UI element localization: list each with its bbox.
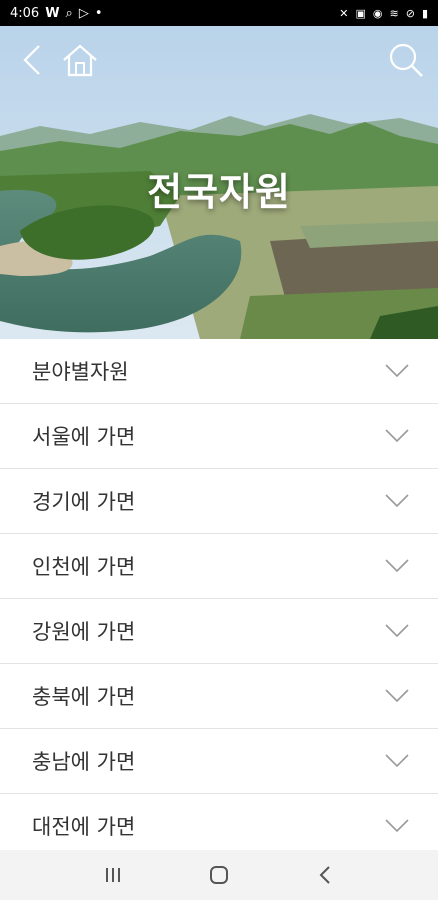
location-icon: ◉ [372, 6, 383, 20]
recents-button[interactable] [93, 855, 133, 895]
chevron-down-icon [385, 559, 409, 573]
chevron-down-icon [385, 364, 409, 378]
list-item-label: 경기에 가면 [32, 490, 136, 514]
hero-banner: 전국자원 [0, 26, 438, 339]
back-button[interactable] [12, 40, 52, 80]
recents-icon [106, 868, 120, 882]
battery-icon: ▮ [421, 6, 428, 20]
list-item-incheon[interactable]: 인천에 가면 [0, 534, 438, 599]
region-list: 분야별자원 서울에 가면 경기에 가면 인천에 가면 강원에 가면 충북에 가면… [0, 339, 438, 859]
list-item-field[interactable]: 분야별자원 [0, 339, 438, 404]
nav-home-icon [210, 866, 228, 884]
lock-icon: ▣ [355, 6, 366, 20]
dnd-icon: ⊘ [405, 6, 415, 20]
list-item-label: 대전에 가면 [32, 815, 136, 839]
notification-icon: ⌕ [65, 5, 73, 21]
list-item-label: 강원에 가면 [32, 620, 136, 644]
play-icon: ▷ [78, 5, 89, 21]
list-item-chungbuk[interactable]: 충북에 가면 [0, 664, 438, 729]
chevron-down-icon [385, 819, 409, 833]
status-bar: 4:06 W ⌕ ▷ • ✕ ▣ ◉ ≋ ⊘ ▮ [0, 0, 438, 26]
list-item-label: 서울에 가면 [32, 425, 136, 449]
back-chevron-icon [23, 45, 40, 75]
list-item-gyeonggi[interactable]: 경기에 가면 [0, 469, 438, 534]
list-item-label: 분야별자원 [32, 360, 129, 384]
list-item-gangwon[interactable]: 강원에 가면 [0, 599, 438, 664]
list-item-seoul[interactable]: 서울에 가면 [0, 404, 438, 469]
list-item-label: 인천에 가면 [32, 555, 136, 579]
chevron-down-icon [385, 689, 409, 703]
list-item-label: 충남에 가면 [32, 750, 136, 774]
nav-back-icon [319, 866, 330, 884]
home-button[interactable] [60, 40, 100, 80]
mute-icon: ✕ [339, 6, 349, 20]
hero-title: 전국자원 [147, 170, 291, 214]
w-app-icon: W [45, 5, 60, 21]
wifi-icon: ≋ [389, 6, 399, 20]
chevron-down-icon [385, 429, 409, 443]
chevron-down-icon [385, 494, 409, 508]
nav-home-button[interactable] [199, 855, 239, 895]
nav-back-button[interactable] [305, 855, 345, 895]
home-icon [63, 44, 97, 77]
system-nav-bar [0, 850, 438, 900]
search-button[interactable] [386, 40, 426, 80]
list-item-chungnam[interactable]: 충남에 가면 [0, 729, 438, 794]
chevron-down-icon [385, 754, 409, 768]
chevron-down-icon [385, 624, 409, 638]
dot-icon: • [94, 5, 103, 21]
status-time: 4:06 [10, 5, 40, 21]
list-item-label: 충북에 가면 [32, 685, 136, 709]
search-icon [389, 43, 423, 77]
